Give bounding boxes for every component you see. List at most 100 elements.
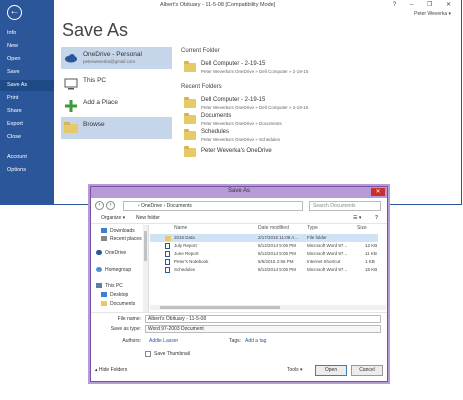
file-name-label: File name: <box>117 316 141 322</box>
file-type: Microsoft Word 97... <box>307 243 348 248</box>
sidebar-item-info[interactable]: Info <box>0 28 54 39</box>
computer-icon <box>96 283 102 289</box>
tags-value[interactable]: Add a tag <box>245 338 266 344</box>
scrollbar-thumb[interactable] <box>160 306 280 309</box>
sidebar-item-options[interactable]: Options <box>0 165 54 176</box>
sidebar-item-save-as[interactable]: Save As <box>0 80 54 91</box>
window-title: Albert's Obituary - 11-5-08 [Compatibili… <box>160 2 276 8</box>
recent-folder-item[interactable]: Peter Weverka's OneDrive <box>184 145 454 163</box>
open-button[interactable]: Open <box>315 365 347 376</box>
tools-button[interactable]: Tools ▾ <box>287 367 303 373</box>
page-title: Save As <box>62 20 129 40</box>
location-browse[interactable]: Browse <box>61 117 172 139</box>
file-date: 8/12/2014 5:06 PM <box>258 267 297 272</box>
file-name-field[interactable]: Albert's Obituary - 11-5-08 <box>145 315 381 323</box>
save-type-label: Save as type: <box>110 326 141 332</box>
column-header-name[interactable]: Name <box>174 225 187 231</box>
nav-pane-label: This PC <box>105 283 123 289</box>
navigation-pane: Downloads Recent places OneDrive Homegro… <box>91 225 149 312</box>
folder-path: Peter Weverka's OneDrive » Dell Computer… <box>201 69 309 74</box>
file-type: Microsoft Word 97... <box>307 251 348 256</box>
plus-icon <box>65 100 77 112</box>
file-row[interactable]: June Report 8/12/2014 5:06 PM Microsoft … <box>150 250 378 258</box>
nav-pane-item-homegroup[interactable]: Homegroup <box>96 267 131 273</box>
location-add-place[interactable]: Add a Place <box>61 95 172 117</box>
new-folder-button[interactable]: New folder <box>136 215 160 221</box>
file-name: 2015 Data <box>174 235 195 240</box>
dialog-toolbar: Organize ▾ New folder ☰ ▾ ? <box>91 214 387 224</box>
save-as-dialog: Save As ✕ ‹ › ‹ OneDrive › Documents Sea… <box>90 186 388 382</box>
back-arrow-icon[interactable]: ← <box>7 5 22 20</box>
location-label: Browse <box>83 121 105 128</box>
nav-pane-item-documents[interactable]: Documents <box>101 301 135 307</box>
column-header-date[interactable]: Date modified <box>258 225 289 231</box>
file-date: 2/17/2015 11:08 A... <box>258 235 298 240</box>
sidebar-item-print[interactable]: Print <box>0 93 54 104</box>
nav-pane-scrollbar[interactable] <box>143 225 148 312</box>
file-row[interactable]: Schedules 8/12/2014 5:06 PM Microsoft Wo… <box>150 266 378 274</box>
folder-path: Peter Weverka's OneDrive » Dell Computer… <box>201 105 309 110</box>
sidebar-item-account[interactable]: Account <box>0 152 54 163</box>
dialog-titlebar: Save As ✕ <box>91 187 387 198</box>
nav-pane-item-onedrive[interactable]: OneDrive <box>96 250 126 256</box>
file-size: 15 KB <box>365 267 378 272</box>
column-header-size[interactable]: Size <box>357 225 367 231</box>
file-size: 12 KB <box>365 243 378 248</box>
forward-icon[interactable]: › <box>106 201 115 210</box>
cancel-button[interactable]: Cancel <box>351 365 383 376</box>
document-icon <box>165 267 170 273</box>
authors-value[interactable]: Addie Lasser <box>149 338 178 344</box>
file-name: Schedules <box>174 267 196 272</box>
save-thumbnail-label: Save Thumbnail <box>154 351 191 357</box>
location-onedrive[interactable]: OneDrive - Personal peterweverka@gmail.c… <box>61 47 172 69</box>
file-name: July Report <box>174 243 197 248</box>
nav-pane-label: Homegroup <box>105 267 132 273</box>
user-account-name[interactable]: Peter Weverka ▾ <box>414 11 451 17</box>
current-folder-heading: Current Folder <box>181 48 220 54</box>
close-icon[interactable]: ✕ <box>371 188 385 196</box>
computer-icon <box>64 78 78 90</box>
nav-pane-item-desktop[interactable]: Desktop <box>101 292 128 298</box>
sidebar-item-close[interactable]: Close <box>0 132 54 143</box>
save-type-select[interactable]: Word 97-2003 Document <box>145 325 381 333</box>
search-input[interactable]: Search Documents <box>309 201 381 211</box>
sidebar-item-new[interactable]: New <box>0 41 54 52</box>
nav-pane-item-this-pc[interactable]: This PC <box>96 283 123 289</box>
file-row[interactable]: Peter's Notebook 5/5/2015 2:55 PM Intern… <box>150 258 378 266</box>
sidebar-item-export[interactable]: Export <box>0 119 54 130</box>
file-list-scrollbar[interactable] <box>150 305 386 310</box>
nav-pane-label: Documents <box>110 301 136 307</box>
recent-folder-item[interactable]: Schedules Peter Weverka's OneDrive » Sch… <box>184 128 454 146</box>
nav-pane-item-recent[interactable]: Recent places <box>101 236 142 242</box>
window-controls[interactable]: ? – ❐ ✕ <box>393 1 457 8</box>
file-row[interactable]: July Report 8/12/2014 5:06 PM Microsoft … <box>150 242 378 250</box>
column-header-type[interactable]: Type <box>307 225 318 231</box>
location-sub: peterweverka@gmail.com <box>83 59 136 64</box>
desktop-icon <box>101 292 107 298</box>
cloud-icon <box>65 54 77 63</box>
view-options-icon[interactable]: ☰ ▾ <box>353 215 361 221</box>
word-backstage-window: ← Info New Open Save Save As Print Share… <box>0 0 462 205</box>
current-folder-item[interactable]: Dell Computer - 2-19-15 Peter Weverka's … <box>184 60 454 78</box>
nav-pane-item-downloads[interactable]: Downloads <box>101 228 135 234</box>
address-bar[interactable]: ‹ OneDrive › Documents <box>123 201 303 211</box>
cloud-icon <box>96 250 102 256</box>
folder-name: Peter Weverka's OneDrive <box>201 148 272 154</box>
location-this-pc[interactable]: This PC <box>61 73 172 95</box>
file-date: 8/12/2014 5:06 PM <box>258 251 297 256</box>
sidebar-item-open[interactable]: Open <box>0 54 54 65</box>
organize-button[interactable]: Organize ▾ <box>101 215 125 221</box>
documents-icon <box>101 301 107 307</box>
sidebar-item-share[interactable]: Share <box>0 106 54 117</box>
back-icon[interactable]: ‹ <box>95 201 104 210</box>
file-size: 1 KB <box>365 259 375 264</box>
shortcut-icon <box>165 259 170 265</box>
help-icon[interactable]: ? <box>375 215 378 221</box>
document-icon <box>165 243 170 249</box>
sidebar-item-save[interactable]: Save <box>0 67 54 78</box>
save-thumbnail-checkbox[interactable] <box>145 351 151 357</box>
scrollbar-thumb[interactable] <box>144 231 147 261</box>
file-name: Peter's Notebook <box>174 259 209 264</box>
hide-folders-button[interactable]: ▴ Hide Folders <box>95 367 127 373</box>
file-row[interactable]: 2015 Data 2/17/2015 11:08 A... File fold… <box>150 234 378 242</box>
